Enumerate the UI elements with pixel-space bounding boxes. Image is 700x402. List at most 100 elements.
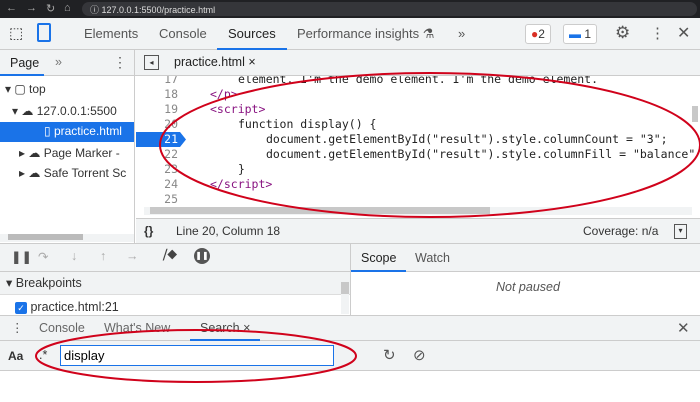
- forward-icon[interactable]: →: [26, 2, 37, 14]
- horizontal-scrollbar[interactable]: [144, 207, 692, 215]
- close-drawer-icon[interactable]: ✕: [677, 319, 690, 337]
- breakpoints-header[interactable]: ▾ Breakpoints: [0, 272, 350, 295]
- editor-status-bar: {} Line 20, Column 18 Coverage: n/a ▾: [136, 218, 700, 243]
- line-number[interactable]: 20: [136, 117, 178, 132]
- drawer-tabs: ⋮ Console What's New Search × ✕: [0, 315, 700, 341]
- tab-performance-insights[interactable]: Performance insights ⚗: [297, 18, 434, 50]
- line-number[interactable]: 18: [136, 87, 178, 102]
- match-case-button[interactable]: Aa: [8, 349, 23, 363]
- code-line: }: [238, 162, 245, 176]
- scope-pane: Not paused: [350, 272, 700, 315]
- file-icon: ▯: [44, 124, 51, 138]
- tab-elements[interactable]: Elements: [84, 18, 138, 50]
- toggle-drawer-icon[interactable]: ▾: [674, 224, 687, 239]
- tree-item-top[interactable]: ▾ ▢ top: [0, 80, 134, 99]
- device-toolbar-icon[interactable]: [37, 23, 51, 42]
- drawer-menu-icon[interactable]: ⋮: [11, 320, 24, 335]
- tree-item-host[interactable]: ▾ ☁ 127.0.0.1:5500: [0, 102, 134, 121]
- devtools-toolbar: ⬚ Elements Console Sources Performance i…: [0, 18, 700, 50]
- more-tabs-button[interactable]: »: [458, 18, 465, 50]
- code-line: </script>: [210, 177, 273, 191]
- tree-item-safe-torrent[interactable]: ▸ ☁ Safe Torrent Sc: [0, 164, 134, 183]
- tab-scope[interactable]: Scope: [351, 244, 407, 272]
- pause-on-exceptions-icon[interactable]: ❚❚: [194, 248, 210, 264]
- code-line: </p>: [210, 87, 238, 101]
- expand-icon: ▾: [6, 276, 13, 290]
- file-tab-label: practice.html: [174, 55, 245, 69]
- tree-label: top: [29, 82, 46, 96]
- tree-label: Safe Torrent Sc: [43, 166, 127, 180]
- settings-gear-icon[interactable]: ⚙: [615, 23, 630, 43]
- step-into-icon[interactable]: ↓: [71, 249, 77, 263]
- pretty-print-icon[interactable]: {}: [144, 219, 153, 243]
- file-tab-practice[interactable]: practice.html ×: [174, 55, 256, 69]
- kebab-menu-icon[interactable]: ⋮: [650, 24, 665, 42]
- line-number[interactable]: 22: [136, 147, 178, 162]
- search-input[interactable]: [60, 345, 334, 366]
- divider: [134, 50, 135, 76]
- file-navigator: ▾ ▢ top ▾ ☁ 127.0.0.1:5500 ▯ practice.ht…: [0, 76, 135, 243]
- sources-header: Page » ⋮ ◂ practice.html ×: [0, 50, 700, 76]
- code-line: document.getElementById("result").style.…: [266, 132, 668, 146]
- debugger-toolbar: ❚❚ ↷ ↓ ↑ → ⧸◆ ❚❚: [0, 243, 350, 272]
- tab-watch[interactable]: Watch: [415, 244, 450, 272]
- flask-icon: ⚗: [422, 26, 435, 41]
- line-number[interactable]: 17: [136, 76, 178, 87]
- step-out-icon[interactable]: ↑: [100, 249, 106, 263]
- pause-icon[interactable]: ❚❚: [11, 249, 32, 264]
- tab-label: Performance insights: [297, 26, 420, 41]
- error-count: 2: [538, 27, 545, 41]
- breakpoint-item[interactable]: ✓ practice.html:21: [15, 299, 315, 315]
- reload-icon[interactable]: ↻: [46, 2, 55, 15]
- messages-badge[interactable]: ▬ 1: [563, 24, 598, 44]
- deactivate-breakpoints-icon[interactable]: ⧸◆: [163, 248, 177, 263]
- line-number[interactable]: 23: [136, 162, 178, 177]
- toggle-navigator-icon[interactable]: ◂: [144, 55, 159, 70]
- code-editor[interactable]: 17 element. I'm the demo element. I'm th…: [136, 76, 700, 218]
- vertical-scrollbar[interactable]: [341, 274, 349, 314]
- breakpoint-label: practice.html:21: [30, 300, 119, 314]
- step-over-icon[interactable]: ↷: [38, 249, 48, 264]
- message-count: 1: [584, 27, 592, 41]
- drawer-tab-whats-new[interactable]: What's New: [104, 321, 170, 335]
- navigator-more-button[interactable]: »: [55, 55, 62, 69]
- close-tab-icon[interactable]: ×: [248, 55, 255, 69]
- search-bar: Aa .* ↻ ⊘: [0, 341, 700, 371]
- tab-console[interactable]: Console: [159, 18, 207, 50]
- breakpoint-checkbox[interactable]: ✓: [15, 301, 27, 314]
- tab-label: Search: [200, 321, 240, 335]
- cursor-position: Line 20, Column 18: [176, 224, 281, 238]
- line-number[interactable]: 25: [136, 192, 178, 207]
- inspect-element-icon[interactable]: ⬚: [9, 24, 23, 42]
- drawer-tab-search[interactable]: Search ×: [190, 316, 261, 341]
- coverage-status: Coverage: n/a: [583, 224, 659, 238]
- url-text: 127.0.0.1:5500/practice.html: [101, 5, 216, 15]
- vertical-scrollbar[interactable]: [692, 106, 698, 122]
- tab-page[interactable]: Page: [0, 50, 44, 76]
- close-tab-icon[interactable]: ×: [243, 321, 250, 335]
- step-icon[interactable]: →: [126, 249, 139, 263]
- errors-badge[interactable]: ●2: [525, 24, 551, 44]
- clear-icon[interactable]: ⊘: [413, 346, 426, 364]
- drawer-tab-console[interactable]: Console: [39, 321, 85, 335]
- close-devtools-icon[interactable]: ✕: [677, 23, 690, 43]
- breakpoints-title: Breakpoints: [15, 276, 82, 290]
- back-icon[interactable]: ←: [6, 2, 17, 14]
- address-bar[interactable]: ⓘ 127.0.0.1:5500/practice.html: [82, 2, 697, 16]
- not-paused-text: Not paused: [496, 280, 560, 294]
- code-line: document.getElementById("result").style.…: [266, 147, 696, 161]
- scope-watch-tabs: Scope Watch: [350, 243, 700, 272]
- refresh-icon[interactable]: ↻: [383, 346, 396, 364]
- home-icon[interactable]: ⌂: [64, 2, 71, 14]
- tree-item-page-marker[interactable]: ▸ ☁ Page Marker -: [0, 144, 134, 163]
- regex-button[interactable]: .*: [39, 348, 47, 362]
- navigator-menu-icon[interactable]: ⋮: [113, 54, 127, 71]
- tree-label: 127.0.0.1:5500: [36, 104, 117, 118]
- line-number[interactable]: 19: [136, 102, 178, 117]
- horizontal-scrollbar[interactable]: [0, 234, 134, 242]
- tab-sources[interactable]: Sources: [217, 18, 287, 50]
- tree-item-practice-html[interactable]: ▯ practice.html: [0, 122, 134, 142]
- line-number[interactable]: 24: [136, 177, 178, 192]
- line-number[interactable]: 21: [136, 132, 178, 147]
- code-line: function display() {: [238, 117, 377, 131]
